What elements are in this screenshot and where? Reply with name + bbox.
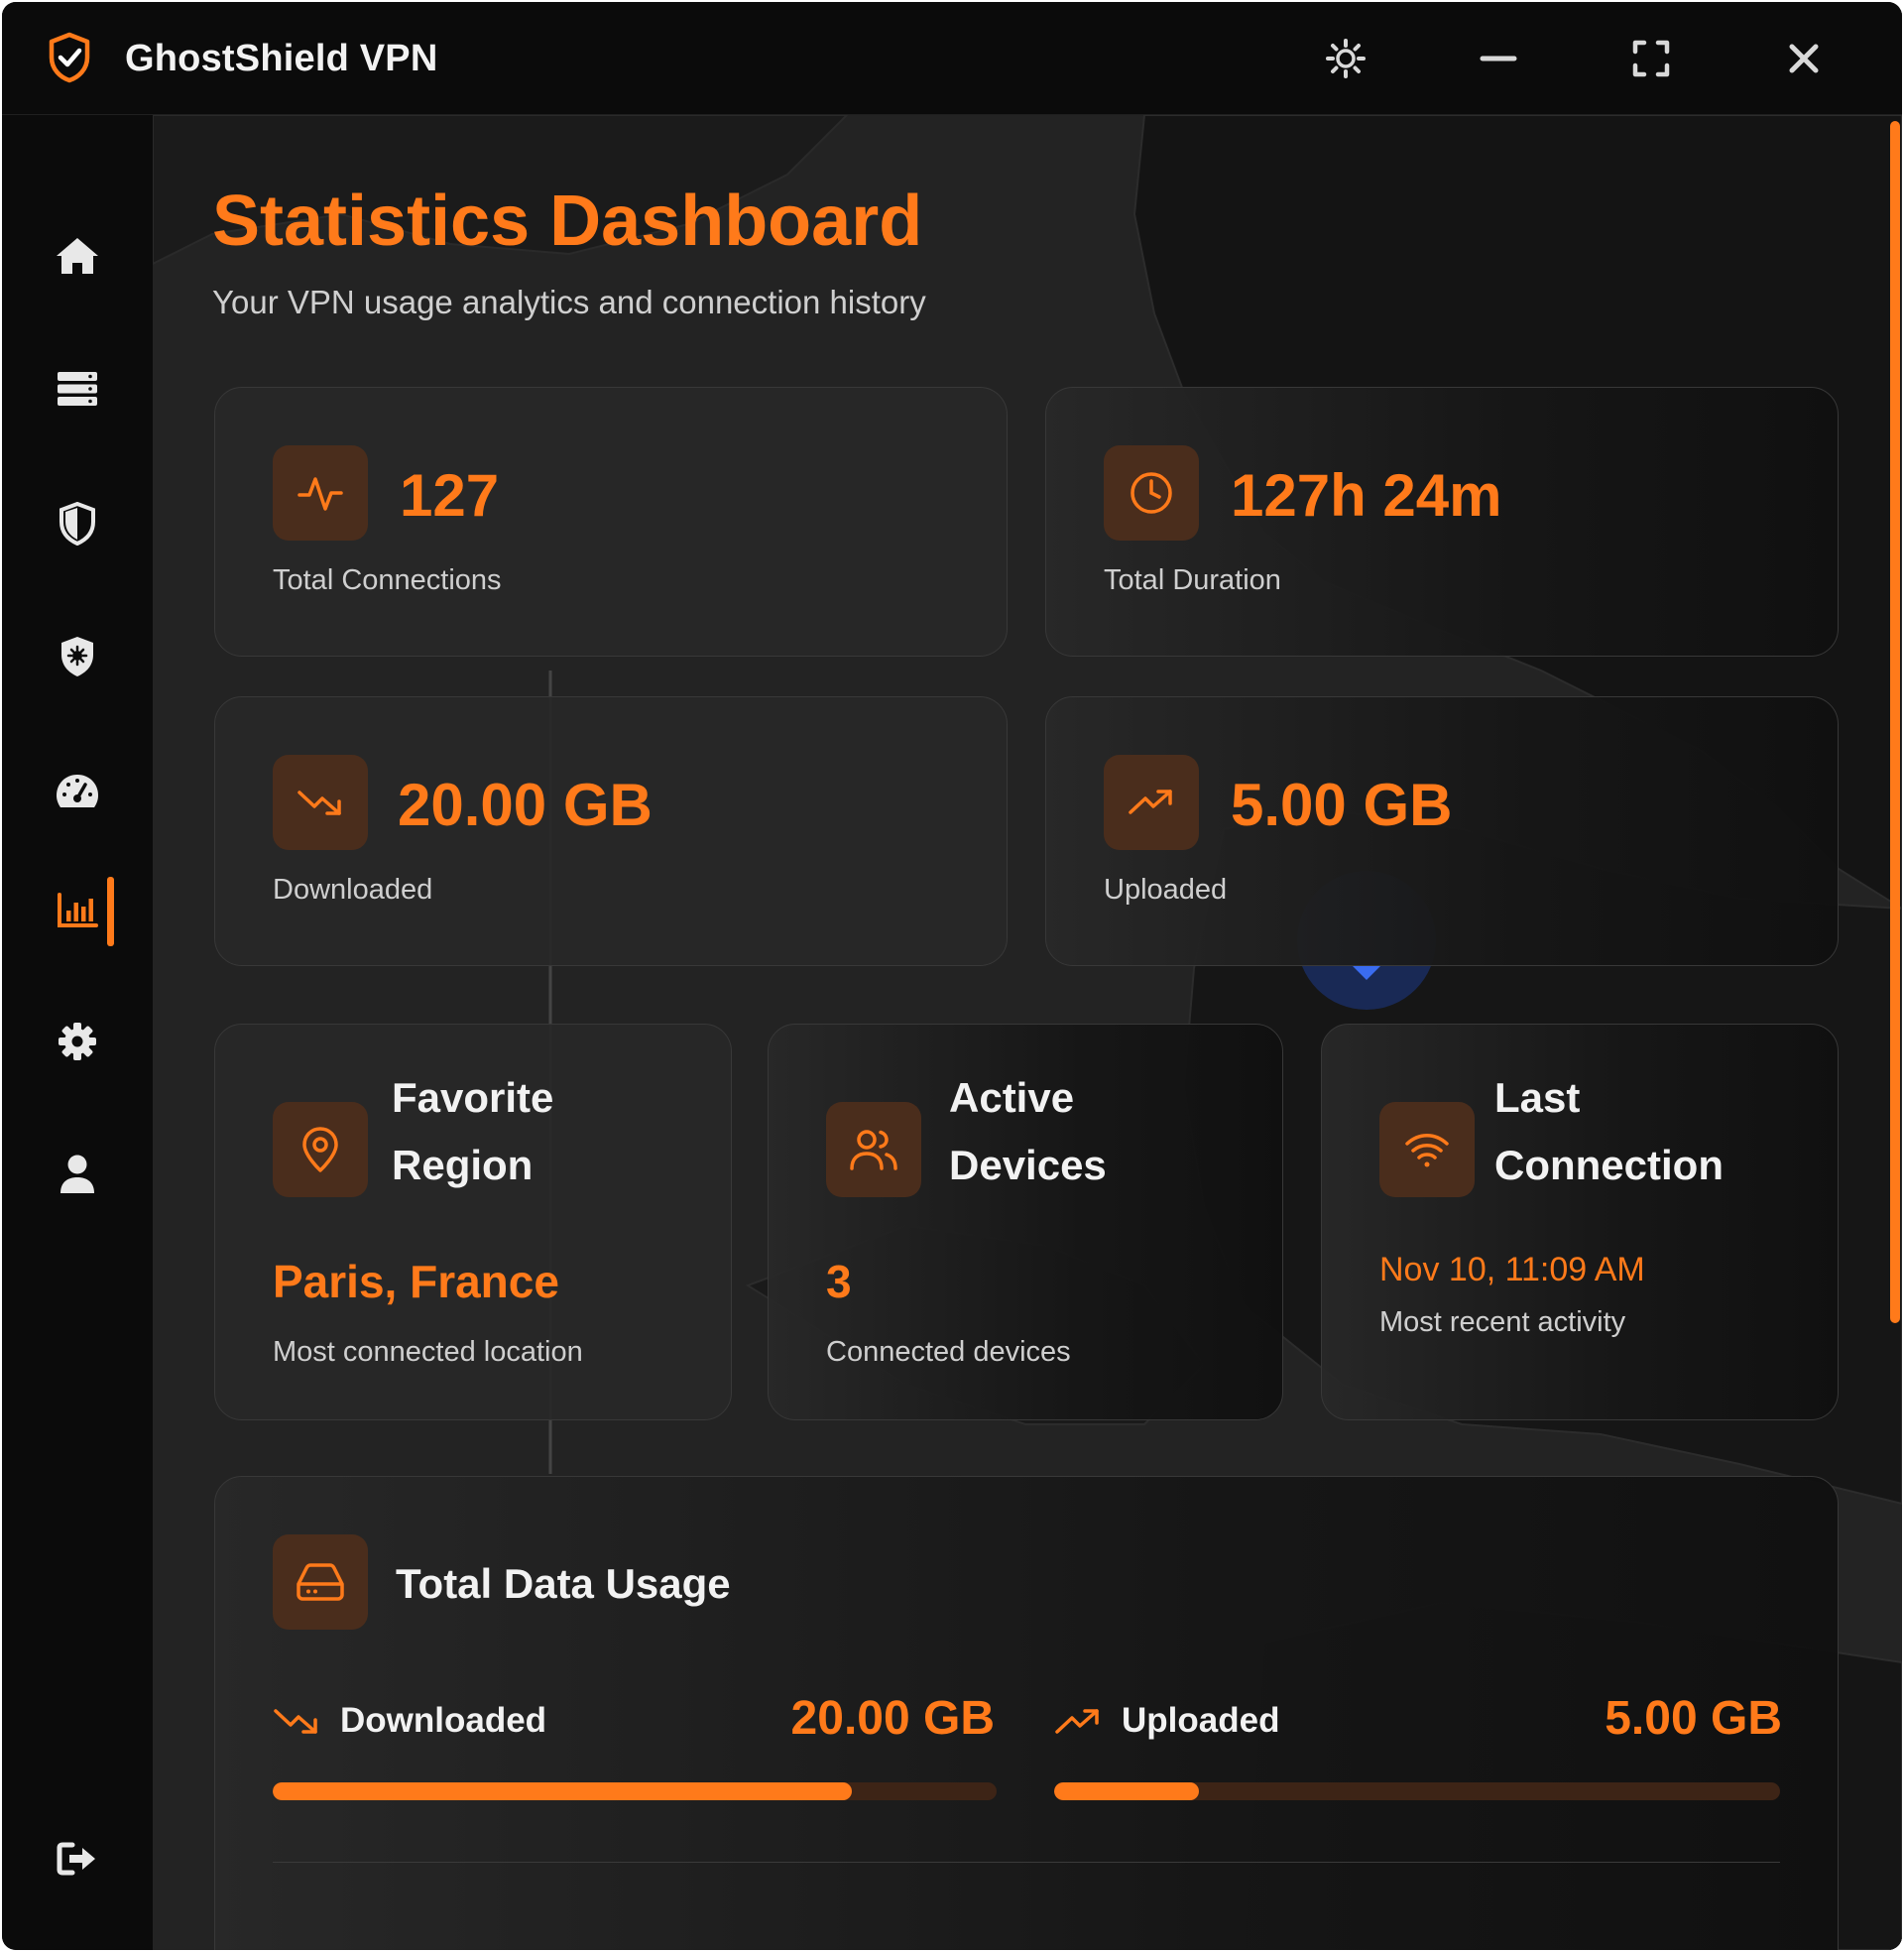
activity-icon — [298, 477, 343, 511]
stat-label: Downloaded — [273, 874, 433, 906]
maximize-button[interactable] — [1622, 30, 1680, 87]
title-bar: GhostShield VPN — [2, 2, 1902, 115]
trending-down-icon — [274, 1709, 317, 1734]
shield-logo-icon — [49, 32, 90, 83]
app-window: GhostShield VPN Statistics Dashboard You… — [2, 2, 1902, 1950]
total-connections-card: 127 Total Connections — [214, 387, 1008, 657]
page-subtitle: Your VPN usage analytics and connection … — [212, 284, 926, 320]
last-connection-card: Last Connection Nov 10, 11:09 AM Most re… — [1321, 1024, 1839, 1420]
close-button[interactable] — [1775, 30, 1833, 87]
card-label: Connected devices — [826, 1336, 1071, 1368]
info-icon-box — [1379, 1102, 1475, 1197]
usage-downloaded-value: 20.00 GB — [790, 1692, 995, 1745]
card-heading-line: Region — [392, 1142, 534, 1188]
stat-icon-box — [273, 445, 368, 541]
trending-up-icon — [1129, 790, 1172, 814]
user-icon — [60, 1155, 94, 1193]
stat-icon-box — [1104, 755, 1199, 850]
sidebar-item-home[interactable] — [42, 220, 113, 292]
trending-down-icon — [298, 791, 341, 815]
downloaded-card: 20.00 GB Downloaded — [214, 696, 1008, 966]
usage-downloaded-label: Downloaded — [340, 1701, 547, 1740]
favorite-region-value: Paris, France — [273, 1256, 559, 1307]
card-heading: Active Devices — [949, 1064, 1207, 1199]
stat-value: 20.00 GB — [398, 772, 653, 838]
stat-label: Uploaded — [1104, 874, 1228, 906]
total-data-usage-card: Total Data Usage Downloaded 20.00 GB Upl… — [214, 1476, 1839, 1950]
sidebar-item-servers[interactable] — [42, 353, 113, 425]
active-devices-card: Active Devices 3 Connected devices — [768, 1024, 1283, 1420]
shield-icon — [60, 502, 95, 546]
home-icon — [57, 238, 98, 274]
last-connection-time: Nov 10, 11:09 AM — [1379, 1251, 1645, 1288]
gear-icon — [1326, 39, 1366, 78]
info-icon-box — [826, 1102, 921, 1197]
bar-chart-icon — [58, 893, 98, 927]
card-heading-line: Connection — [1494, 1142, 1724, 1188]
minimize-button[interactable] — [1470, 30, 1527, 87]
sidebar — [2, 115, 153, 1950]
stat-icon-box — [273, 755, 368, 850]
active-devices-count: 3 — [826, 1256, 852, 1307]
app-title: GhostShield VPN — [125, 38, 438, 79]
main-content: Statistics Dashboard Your VPN usage anal… — [153, 115, 1902, 1950]
stat-value: 127h 24m — [1231, 462, 1502, 529]
map-pin-icon — [302, 1127, 338, 1172]
wifi-icon — [1405, 1134, 1449, 1167]
uploaded-card: 5.00 GB Uploaded — [1045, 696, 1839, 966]
speedometer-icon — [57, 775, 98, 807]
server-list-icon — [58, 372, 97, 406]
sidebar-item-settings[interactable] — [42, 1006, 113, 1077]
minimize-icon — [1480, 56, 1517, 61]
maximize-icon — [1632, 40, 1670, 77]
card-heading-line: Active — [949, 1074, 1075, 1121]
shield-virus-icon — [61, 637, 93, 676]
logout-icon — [57, 1842, 95, 1876]
stat-label: Total Connections — [273, 564, 502, 596]
theme-settings-button[interactable] — [1317, 30, 1374, 87]
usage-uploaded-value: 5.00 GB — [1605, 1692, 1782, 1745]
logout-button[interactable] — [42, 1823, 113, 1894]
favorite-region-card: Favorite Region Paris, France Most conne… — [214, 1024, 732, 1420]
sidebar-item-threat-protection[interactable] — [42, 621, 113, 692]
card-heading-line: Last — [1494, 1074, 1581, 1121]
page-title: Statistics Dashboard — [212, 182, 923, 261]
sidebar-item-statistics[interactable] — [42, 875, 113, 946]
users-icon — [850, 1130, 897, 1170]
stat-value: 127 — [400, 462, 500, 529]
uploaded-progress-track — [1054, 1782, 1780, 1800]
stat-label: Total Duration — [1104, 564, 1281, 596]
usage-divider — [273, 1862, 1780, 1863]
scrollbar-thumb[interactable] — [1890, 121, 1900, 1323]
downloaded-progress-track — [273, 1782, 997, 1800]
uploaded-progress-fill — [1054, 1782, 1200, 1800]
sidebar-item-account[interactable] — [42, 1139, 113, 1210]
stat-value: 5.00 GB — [1231, 772, 1453, 838]
card-label: Most recent activity — [1379, 1306, 1626, 1338]
hard-drive-icon — [297, 1563, 344, 1601]
usage-uploaded-label: Uploaded — [1122, 1701, 1280, 1740]
clock-icon — [1130, 472, 1172, 514]
card-heading: Last Connection — [1494, 1064, 1752, 1199]
downloaded-progress-fill — [273, 1782, 852, 1800]
stat-icon-box — [1104, 445, 1199, 541]
card-heading-line: Favorite — [392, 1074, 554, 1121]
card-heading-line: Devices — [949, 1142, 1107, 1188]
total-duration-card: 127h 24m Total Duration — [1045, 387, 1839, 657]
close-icon — [1789, 44, 1819, 73]
card-heading: Favorite Region — [392, 1064, 650, 1199]
settings-icon — [59, 1023, 96, 1060]
info-icon-box — [273, 1102, 368, 1197]
usage-title: Total Data Usage — [396, 1560, 731, 1607]
sidebar-item-protection[interactable] — [42, 488, 113, 559]
usage-icon-box — [273, 1534, 368, 1630]
sidebar-item-speed-test[interactable] — [42, 756, 113, 827]
trending-up-icon — [1055, 1709, 1099, 1734]
card-label: Most connected location — [273, 1336, 583, 1368]
active-nav-indicator — [107, 877, 114, 946]
